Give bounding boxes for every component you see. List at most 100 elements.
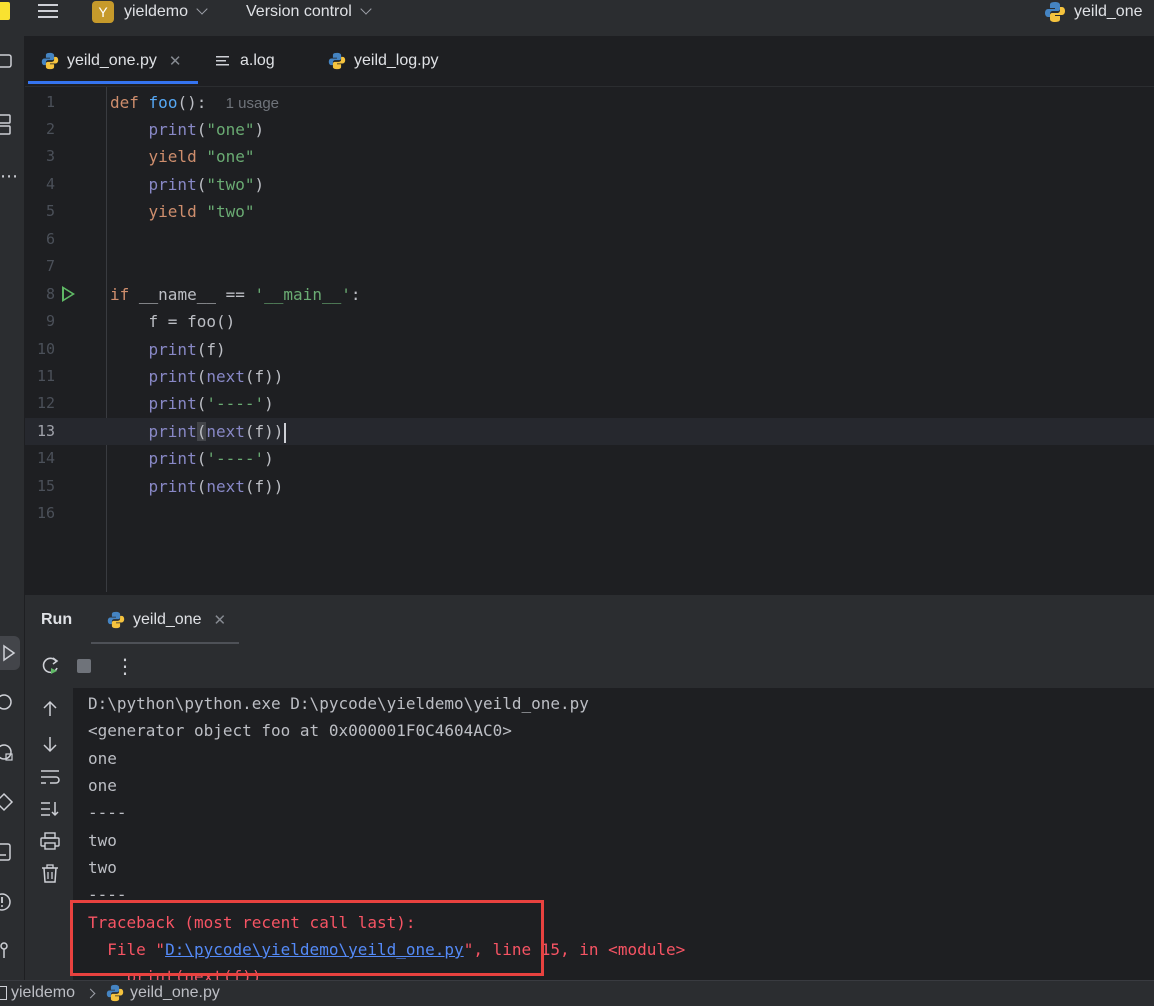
active-tab-indicator	[28, 81, 198, 84]
code-token: "two"	[206, 202, 255, 221]
run-config-selector[interactable]: yeild_one	[1044, 0, 1143, 24]
text-caret	[284, 422, 287, 443]
structure-icon[interactable]	[0, 114, 18, 135]
rerun-icon[interactable]	[41, 656, 61, 676]
print-icon[interactable]	[40, 832, 60, 850]
code-token: print	[148, 477, 197, 496]
chevron-down-icon	[196, 3, 208, 15]
line-number: 9	[45, 312, 55, 330]
close-tab-icon[interactable]: ✕	[214, 611, 227, 629]
breadcrumb-file[interactable]: yeild_one.py	[130, 984, 220, 1002]
code-token: f = foo()	[148, 312, 236, 331]
code-line: 5 yield "two"	[25, 198, 1154, 225]
code-token: (f))	[244, 367, 284, 386]
line-number: 15	[36, 477, 55, 495]
console-line: one	[88, 776, 117, 795]
python-packages-icon[interactable]	[0, 742, 18, 761]
code-token: (	[196, 175, 207, 194]
usage-hint[interactable]: 1 usage	[226, 95, 279, 112]
code-token: (f))	[244, 477, 284, 496]
line-number: 4	[45, 175, 55, 193]
code-line: 9 f = foo()	[25, 308, 1154, 335]
git-icon[interactable]	[0, 940, 18, 958]
code-line: 10 print(f)	[25, 336, 1154, 363]
text-file-icon	[215, 53, 231, 69]
tab-yeild-one-py[interactable]: yeild_one.py ✕	[41, 36, 181, 86]
run-tool-icon[interactable]	[0, 636, 20, 670]
run-panel-title: Run	[41, 611, 73, 628]
code-token: :	[350, 285, 361, 304]
terminal-icon[interactable]	[0, 842, 18, 861]
python-icon	[41, 52, 59, 70]
python-icon	[328, 52, 346, 70]
line-number: 10	[36, 340, 55, 358]
error-highlight-box	[70, 900, 544, 976]
run-panel-header: Run yeild_one ✕	[25, 594, 1154, 645]
run-tab-yeild-one[interactable]: yeild_one ✕	[91, 595, 226, 645]
code-token: )	[254, 120, 265, 139]
console-line: <generator object foo at 0x000001F0C4604…	[88, 721, 512, 740]
scroll-to-end-icon[interactable]	[40, 800, 60, 818]
soft-wrap-icon[interactable]	[40, 768, 60, 786]
more-tools-icon[interactable]: ⋯	[0, 166, 18, 186]
breadcrumb-project[interactable]: yieldemo	[11, 984, 75, 1002]
version-control-menu[interactable]: Version control	[246, 0, 372, 24]
code-token: (f))	[244, 422, 284, 441]
code-token: (	[196, 367, 207, 386]
tab-yeild-log-py[interactable]: yeild_log.py	[328, 36, 439, 86]
code-token: (	[196, 120, 207, 139]
line-number: 6	[45, 230, 55, 248]
line-number: 11	[36, 367, 55, 385]
tab-label: yeild_log.py	[354, 52, 439, 69]
console-line: one	[88, 749, 117, 768]
code-line: 16	[25, 500, 1154, 527]
more-options-icon[interactable]: ⋮	[115, 654, 135, 679]
code-token: )	[264, 394, 274, 413]
python-icon	[107, 611, 125, 629]
line-number: 16	[36, 504, 55, 522]
code-line: 14 print('----')	[25, 445, 1154, 472]
problems-icon[interactable]	[0, 892, 18, 911]
main-menu-icon[interactable]	[38, 2, 58, 20]
code-token: next	[206, 477, 245, 496]
line-number: 3	[45, 147, 55, 165]
console-line: two	[88, 858, 117, 877]
line-number: 2	[45, 120, 55, 138]
stop-icon[interactable]	[76, 658, 92, 674]
app-logo-icon[interactable]	[0, 2, 10, 20]
code-line: 2 print("one")	[25, 116, 1154, 143]
code-token: print	[148, 422, 197, 441]
line-number: 1	[45, 93, 55, 111]
code-token: (	[196, 449, 207, 468]
python-console-icon[interactable]	[0, 692, 18, 710]
folder-icon	[0, 986, 7, 1000]
code-line: 8 if __name__ == '__main__':	[25, 281, 1154, 308]
editor-tab-bar: yeild_one.py ✕ a.log yeild_log.py	[25, 36, 1154, 87]
run-toolbar: ⋮	[25, 644, 1154, 688]
line-number: 12	[36, 394, 55, 412]
tab-a-log[interactable]: a.log	[215, 36, 275, 86]
close-tab-icon[interactable]: ✕	[169, 52, 182, 70]
trash-icon[interactable]	[41, 864, 59, 884]
line-number: 14	[36, 449, 55, 467]
code-line: 4 print("two")	[25, 171, 1154, 198]
project-view-icon[interactable]	[0, 52, 18, 70]
run-tab-label: yeild_one	[133, 611, 202, 628]
vcs-label: Version control	[246, 3, 352, 20]
project-selector[interactable]: Y yieldemo	[92, 0, 208, 24]
run-gutter-icon[interactable]	[62, 286, 75, 302]
code-token: print	[148, 175, 197, 194]
code-token: print	[148, 449, 197, 468]
code-token: "one"	[206, 120, 255, 139]
python-icon	[1044, 1, 1066, 23]
code-line: 11 print(next(f))	[25, 363, 1154, 390]
project-badge: Y	[92, 1, 114, 23]
scroll-up-icon[interactable]	[41, 700, 59, 718]
code-token: next	[206, 367, 245, 386]
console-line: D:\python\python.exe D:\pycode\yieldemo\…	[88, 694, 589, 713]
code-line: 15 print(next(f))	[25, 473, 1154, 500]
code-editor[interactable]: 1 def foo(): 1 usage 2 print("one") 3 yi…	[25, 87, 1154, 594]
code-token: "two"	[206, 175, 255, 194]
scroll-down-icon[interactable]	[41, 735, 59, 753]
services-icon[interactable]	[0, 792, 18, 812]
